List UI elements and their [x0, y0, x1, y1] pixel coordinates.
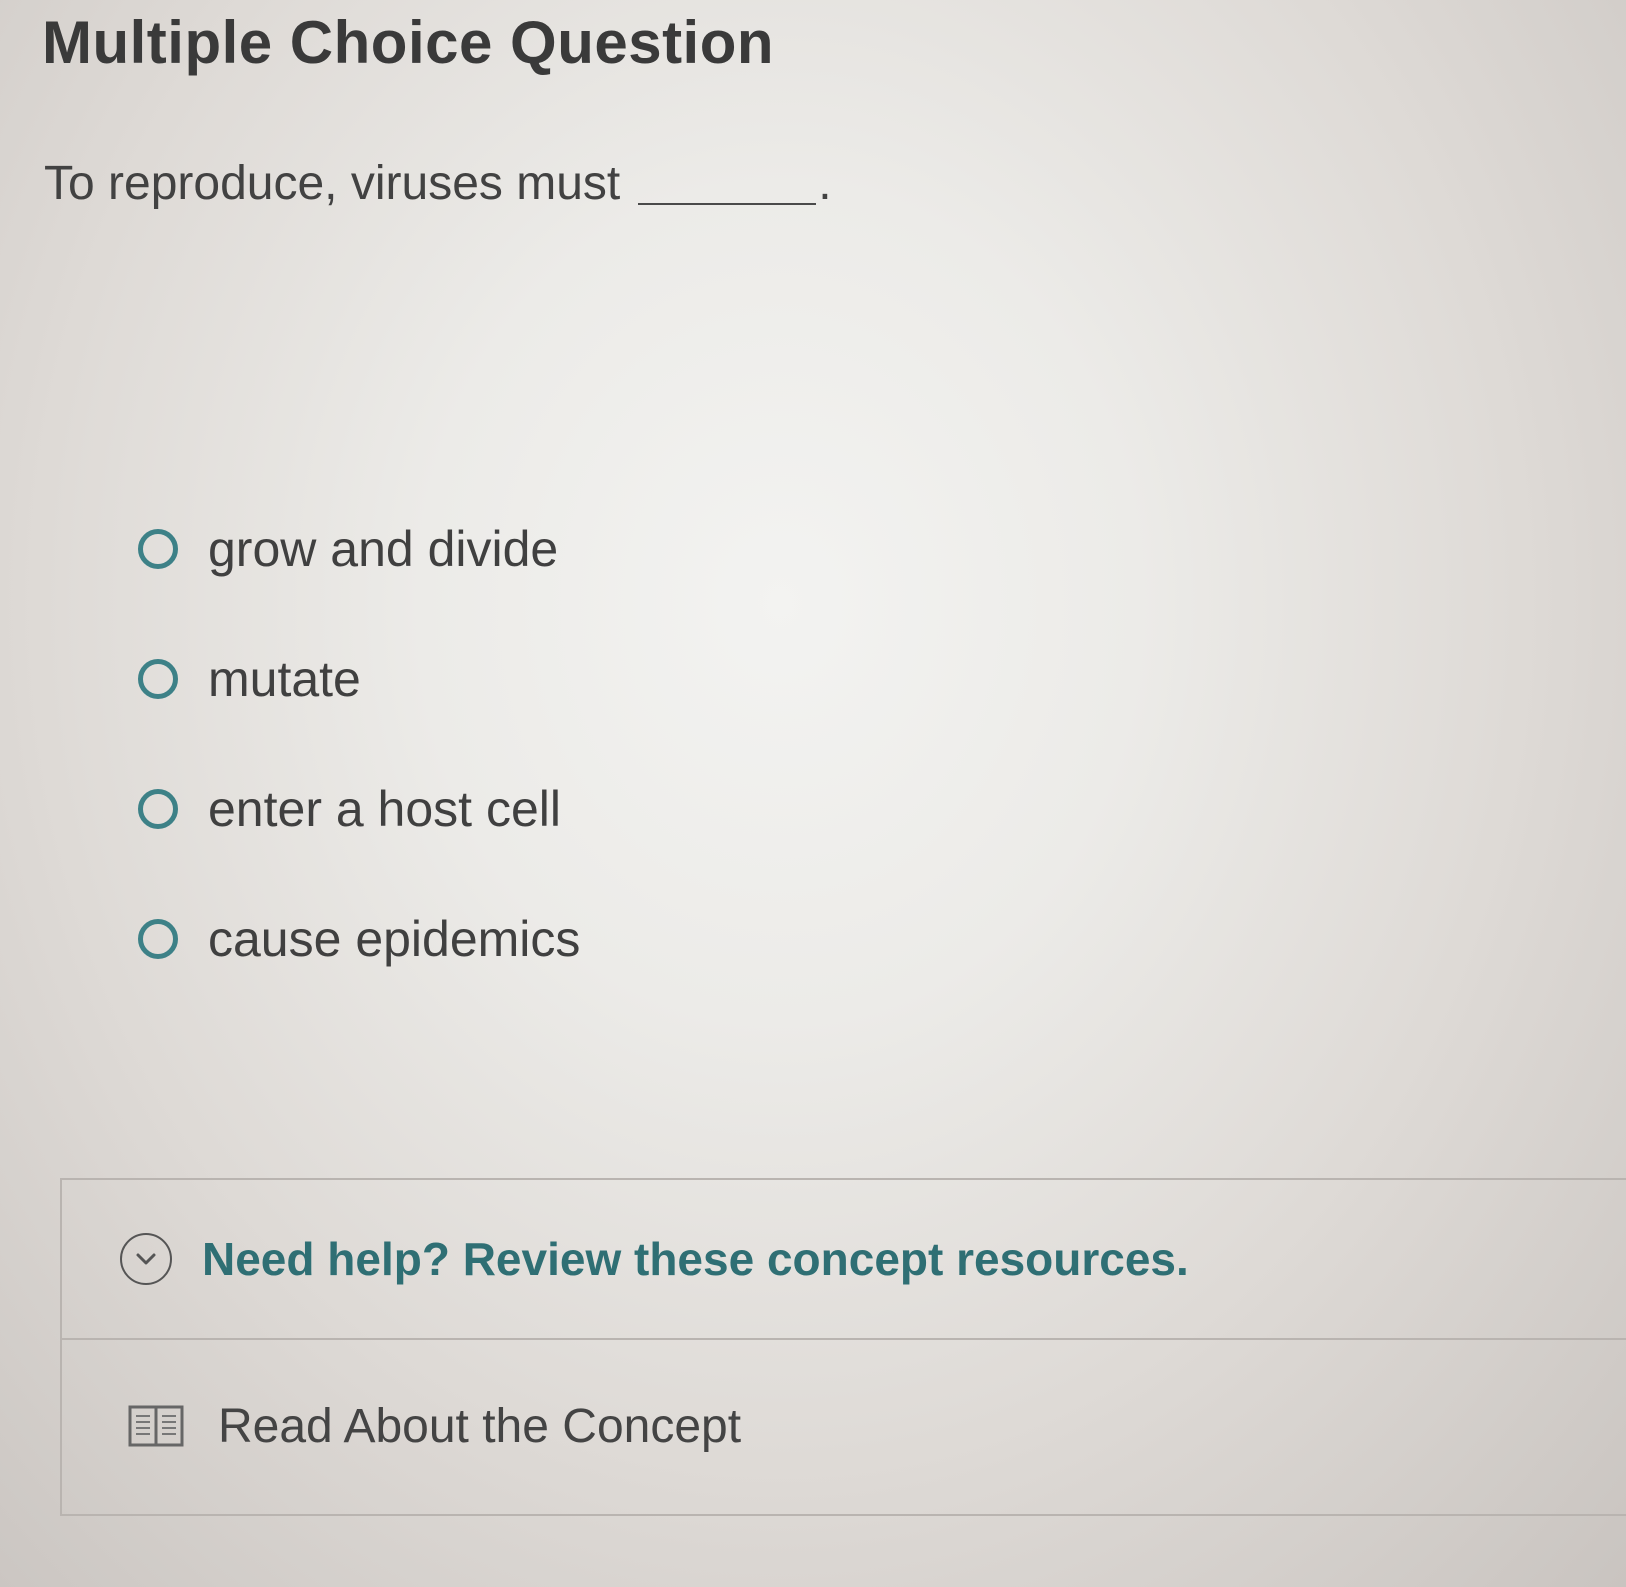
answer-blank	[638, 193, 817, 205]
help-resources-panel: Need help? Review these concept resource…	[60, 1178, 1626, 1516]
book-icon	[128, 1404, 184, 1448]
option-enter-a-host-cell[interactable]: enter a host cell	[138, 744, 580, 874]
question-punctuation: .	[818, 157, 832, 210]
read-about-concept-link[interactable]: Read About the Concept	[62, 1340, 1626, 1512]
radio-button[interactable]	[138, 659, 178, 699]
question-text: To reproduce, viruses must	[44, 157, 621, 210]
answer-options: grow and divide mutate enter a host cell…	[138, 484, 580, 1004]
help-title[interactable]: Need help? Review these concept resource…	[202, 1232, 1189, 1286]
option-cause-epidemics[interactable]: cause epidemics	[138, 874, 580, 1004]
option-label[interactable]: grow and divide	[208, 520, 558, 578]
option-label[interactable]: mutate	[208, 650, 361, 708]
question-prompt: To reproduce, viruses must.	[44, 156, 832, 211]
radio-button[interactable]	[138, 529, 178, 569]
option-grow-and-divide[interactable]: grow and divide	[138, 484, 580, 614]
radio-button[interactable]	[138, 919, 178, 959]
resource-label[interactable]: Read About the Concept	[218, 1399, 741, 1454]
chevron-down-icon[interactable]	[120, 1233, 172, 1285]
option-label[interactable]: enter a host cell	[208, 780, 561, 838]
help-toggle[interactable]: Need help? Review these concept resource…	[62, 1180, 1626, 1340]
page-title: Multiple Choice Question	[42, 9, 775, 76]
radio-button[interactable]	[138, 789, 178, 829]
option-mutate[interactable]: mutate	[138, 614, 580, 744]
option-label[interactable]: cause epidemics	[208, 910, 580, 968]
